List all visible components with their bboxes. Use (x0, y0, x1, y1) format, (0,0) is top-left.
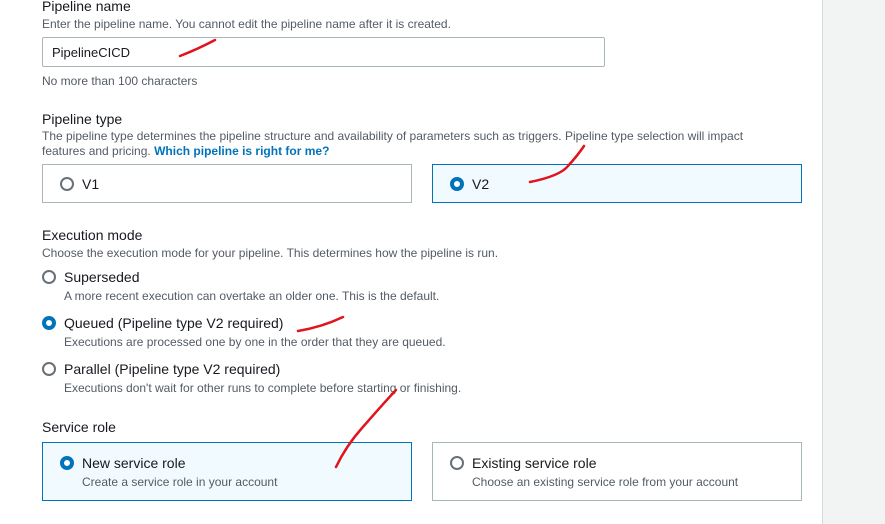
pipeline-name-input[interactable]: PipelineCICD (42, 37, 605, 67)
form-panel: Pipeline name Enter the pipeline name. Y… (0, 0, 823, 524)
execution-queued-radio[interactable] (42, 316, 56, 330)
execution-mode-description: Choose the execution mode for your pipel… (42, 246, 499, 260)
execution-parallel-radio[interactable] (42, 362, 56, 376)
execution-superseded-description: A more recent execution can overtake an … (64, 289, 440, 303)
new-service-role-tile[interactable]: New service role Create a service role i… (42, 442, 412, 501)
pipeline-name-label: Pipeline name (42, 0, 131, 14)
execution-queued-description: Executions are processed one by one in t… (64, 335, 446, 349)
existing-service-role-radio[interactable] (450, 456, 464, 470)
execution-parallel-description: Executions don't wait for other runs to … (64, 381, 462, 395)
execution-superseded-radio[interactable] (42, 270, 56, 284)
pipeline-type-v1-label: V1 (82, 176, 100, 192)
new-service-role-label: New service role (82, 455, 186, 471)
pipeline-type-v1-radio[interactable] (60, 177, 74, 191)
service-role-label: Service role (42, 419, 116, 435)
pipeline-type-v1-tile[interactable]: V1 (42, 164, 412, 203)
pipeline-type-v2-tile[interactable]: V2 (432, 164, 802, 203)
pipeline-name-description: Enter the pipeline name. You cannot edit… (42, 17, 451, 31)
new-service-role-description: Create a service role in your account (82, 475, 278, 489)
pipeline-type-description: The pipeline type determines the pipelin… (42, 129, 744, 158)
execution-queued-label[interactable]: Queued (Pipeline type V2 required) (64, 315, 283, 331)
existing-service-role-description: Choose an existing service role from you… (472, 475, 739, 489)
pipeline-name-constraint: No more than 100 characters (42, 74, 198, 88)
pipeline-type-help-link[interactable]: Which pipeline is right for me? (154, 144, 329, 158)
execution-superseded-label[interactable]: Superseded (64, 269, 140, 285)
execution-mode-label: Execution mode (42, 227, 143, 243)
execution-parallel-label[interactable]: Parallel (Pipeline type V2 required) (64, 361, 280, 377)
existing-service-role-label: Existing service role (472, 455, 597, 471)
pipeline-type-v2-label: V2 (472, 176, 490, 192)
new-service-role-radio[interactable] (60, 456, 74, 470)
pipeline-type-v2-radio[interactable] (450, 177, 464, 191)
pipeline-type-label: Pipeline type (42, 111, 123, 127)
existing-service-role-tile[interactable]: Existing service role Choose an existing… (432, 442, 802, 501)
